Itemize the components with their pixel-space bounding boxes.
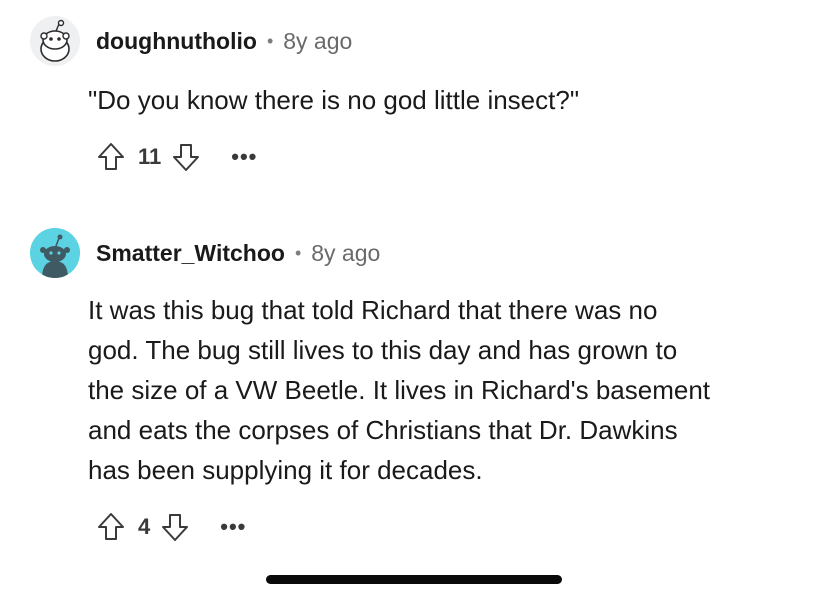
comment-header: doughnutholio • 8y ago [96,26,352,56]
avatar[interactable] [30,228,80,278]
upvote-icon[interactable] [96,511,126,543]
snoo-avatar-icon [40,19,70,62]
more-options-button[interactable]: ••• [220,516,246,538]
separator-dot: • [266,30,274,51]
comment-thread: doughnutholio • 8y ago "Do you know ther… [0,0,828,601]
snoo-avatar-icon [30,228,80,278]
more-options-button[interactable]: ••• [231,146,257,168]
vote-score: 4 [138,514,151,539]
home-indicator[interactable] [266,575,562,584]
comment-actions: 11 ••• [96,140,257,174]
comment-body: "Do you know there is no god little inse… [88,80,579,120]
comment-header: Smatter_Witchoo • 8y ago [96,238,380,268]
comment-age: 8y ago [283,27,353,54]
avatar[interactable] [30,16,80,66]
comment-text-line: and eats the corpses of Christians that … [88,415,678,445]
vote-score: 11 [138,144,162,169]
downvote-icon[interactable] [171,141,201,173]
comment-text-line: has been supplying it for decades. [88,455,483,485]
separator-dot: • [294,242,302,263]
comment-age: 8y ago [311,239,381,266]
comment-body: It was this bug that told Richard that t… [88,290,798,490]
comment-text-line: god. The bug still lives to this day and… [88,335,678,365]
comment-text-line: It was this bug that told Richard that t… [88,295,658,325]
comment-actions: 4 ••• [96,510,246,544]
comment-text-line: the size of a VW Beetle. It lives in Ric… [88,375,711,405]
downvote-icon[interactable] [160,511,190,543]
comment-text: "Do you know there is no god little inse… [88,85,580,115]
upvote-icon[interactable] [96,141,126,173]
username[interactable]: doughnutholio [96,28,257,55]
username[interactable]: Smatter_Witchoo [96,240,285,267]
